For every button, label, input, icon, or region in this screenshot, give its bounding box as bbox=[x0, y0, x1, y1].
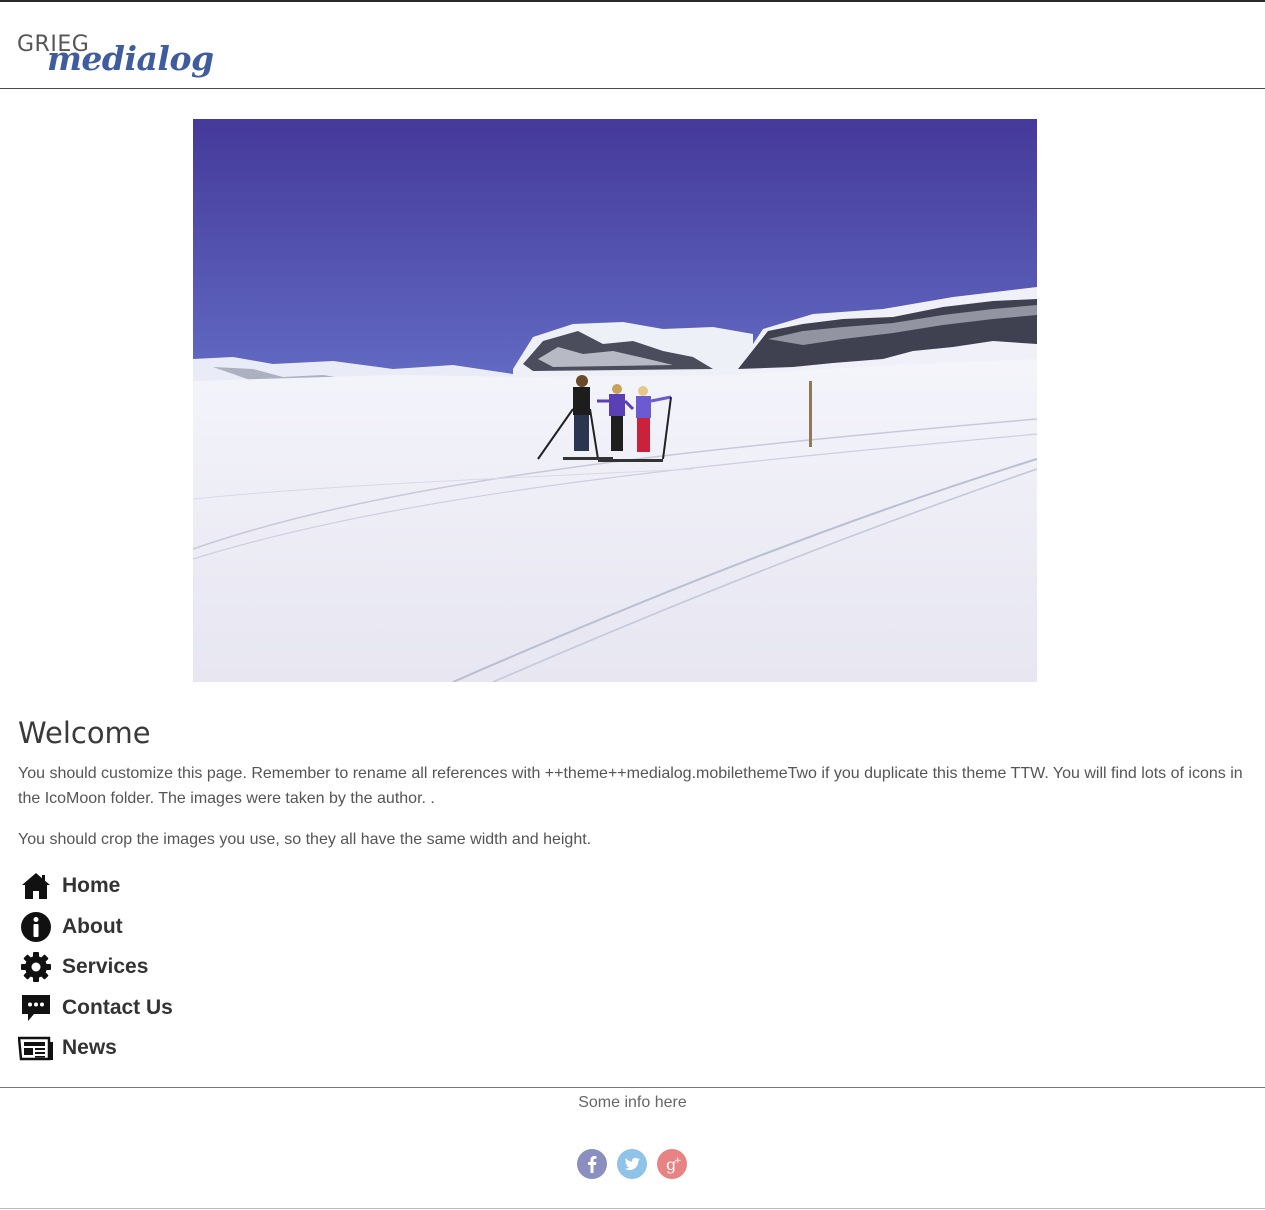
menu-item-label: Contact Us bbox=[62, 995, 173, 1019]
nav-menu: Home About Services Contact Us News bbox=[18, 866, 173, 1069]
site-logo[interactable]: GRIEG medialog bbox=[17, 32, 214, 82]
menu-item-home[interactable]: Home bbox=[18, 866, 173, 907]
crop-note-paragraph: You should crop the images you use, so t… bbox=[18, 831, 592, 848]
gear-icon bbox=[18, 950, 54, 984]
hero-photo bbox=[193, 119, 1037, 682]
menu-item-news[interactable]: News bbox=[18, 1028, 173, 1069]
chat-bubble-icon bbox=[18, 991, 54, 1025]
site-header: GRIEG medialog bbox=[0, 2, 1265, 89]
logo-text-medialog: medialog bbox=[47, 39, 214, 78]
menu-item-label: Home bbox=[62, 874, 121, 898]
newspaper-icon bbox=[18, 1031, 54, 1065]
home-icon bbox=[18, 869, 54, 903]
menu-item-contact-us[interactable]: Contact Us bbox=[18, 988, 173, 1029]
social-links: g + bbox=[577, 1149, 687, 1179]
hero-image bbox=[193, 119, 1037, 682]
facebook-icon[interactable] bbox=[577, 1149, 607, 1179]
footer-info-text: Some info here bbox=[578, 1094, 687, 1111]
menu-item-about[interactable]: About bbox=[18, 907, 173, 948]
google-plus-icon[interactable]: g + bbox=[657, 1149, 687, 1179]
info-icon bbox=[18, 910, 54, 944]
menu-item-label: Services bbox=[62, 955, 149, 979]
site-footer: Some info here g + bbox=[0, 1087, 1265, 1209]
svg-text:+: + bbox=[674, 1156, 682, 1166]
intro-paragraph: You should customize this page. Remember… bbox=[18, 765, 1243, 807]
menu-item-label: About bbox=[62, 914, 123, 938]
twitter-icon[interactable] bbox=[617, 1149, 647, 1179]
page-title: Welcome bbox=[18, 716, 151, 750]
menu-item-label: News bbox=[62, 1036, 117, 1060]
menu-item-services[interactable]: Services bbox=[18, 947, 173, 988]
